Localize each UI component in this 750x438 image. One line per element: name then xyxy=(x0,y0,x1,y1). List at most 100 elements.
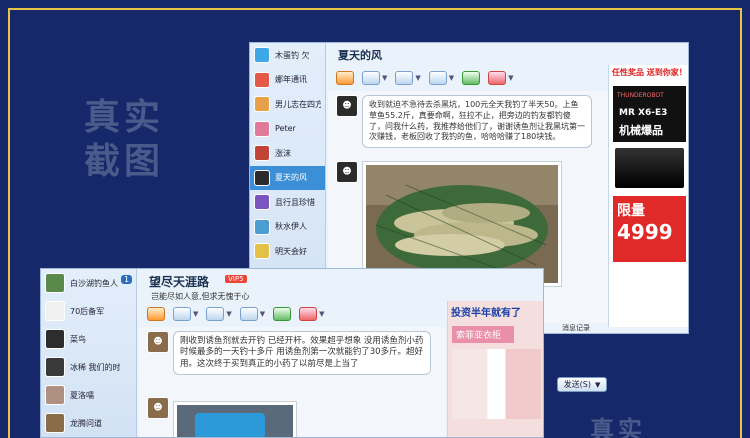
chevron-down-icon[interactable]: ▼ xyxy=(319,310,324,318)
ad-brand: THUNDEROBOT xyxy=(617,92,664,99)
ad-model: MR X6-E3 xyxy=(619,108,668,118)
contact-name: 白沙湖钓鱼人 xyxy=(70,278,118,288)
contact-item[interactable]: 涨沫 xyxy=(250,141,325,166)
chevron-down-icon[interactable]: ▼ xyxy=(226,310,231,318)
apps-icon[interactable] xyxy=(488,71,507,85)
contact-list: 白沙湖钓鱼人 70后备军菜鸟冰稀 我们的时 夏洛嚅龙腾问道 xyxy=(41,269,137,437)
ad-brand-block: THUNDEROBOT MR X6-E3 机械爆品 xyxy=(613,86,686,142)
contact-avatar xyxy=(45,301,65,321)
ad-banner: 投资半年就有了 xyxy=(451,308,521,319)
chat-toolbar: ▼ ▼ ▼ ▼ xyxy=(147,307,325,321)
video-icon[interactable] xyxy=(173,307,191,321)
contact-name: 涨沫 xyxy=(275,148,291,158)
add-icon[interactable] xyxy=(273,307,292,321)
sender-avatar: ☻ xyxy=(147,331,169,353)
send-label: 发送(S) xyxy=(563,380,591,389)
contact-item[interactable]: 龙腾问道 xyxy=(41,409,136,437)
contact-avatar xyxy=(254,71,270,88)
contact-avatar xyxy=(254,96,270,113)
contact-name: 龙腾问道 xyxy=(70,418,102,428)
contact-item[interactable]: 男儿志在四方 xyxy=(250,92,325,117)
contact-status: 岂能尽如人意,但求无愧于心 xyxy=(151,292,250,301)
contact-item[interactable]: 娜年通讯 xyxy=(250,68,325,93)
apps-icon[interactable] xyxy=(299,307,318,321)
ad-slogan: 机械爆品 xyxy=(619,124,663,137)
vip-badge: VIP5 xyxy=(225,275,247,283)
chevron-down-icon[interactable]: ▼ xyxy=(415,74,420,82)
contact-name: 冰稀 我们的时 xyxy=(70,362,121,372)
ad-price-block: 限量 4999 xyxy=(613,196,686,262)
contact-item[interactable]: 且行且珍惜 xyxy=(250,190,325,215)
ad-price: 4999 xyxy=(617,220,673,244)
contact-item[interactable]: 木蛋钓 欠 xyxy=(250,43,325,68)
message-bubble: 刚收到诱鱼剂就去开钓 已经开杆。效果超乎想象 没用诱鱼剂小药时候最多的一天钓十多… xyxy=(173,331,431,376)
contact-avatar xyxy=(45,413,65,433)
chevron-down-icon[interactable]: ▼ xyxy=(260,310,265,318)
chevron-down-icon[interactable]: ▼ xyxy=(193,310,198,318)
message-area: ☻ 刚收到诱鱼剂就去开钓 已经开杆。效果超乎想象 没用诱鱼剂小药时候最多的一天钓… xyxy=(139,327,445,437)
chevron-down-icon[interactable]: ▼ xyxy=(382,74,387,82)
contact-item[interactable]: 菜鸟 xyxy=(41,325,136,353)
send-button[interactable]: 发送(S) ▼ xyxy=(557,377,607,392)
file-icon[interactable] xyxy=(395,71,414,85)
unread-badge: 1 xyxy=(121,275,133,284)
contact-item[interactable]: 明天会好 xyxy=(250,239,325,264)
ad-panel[interactable]: 投资半年就有了 索菲亚衣柜 xyxy=(447,301,543,437)
contact-item[interactable]: 冰稀 我们的时 xyxy=(41,353,136,381)
contact-avatar xyxy=(254,243,270,260)
message-history-link[interactable]: 消息记录 xyxy=(562,323,590,333)
wardrobe-image xyxy=(452,349,541,419)
contact-name: 男儿志在四方 xyxy=(275,99,321,109)
contact-avatar xyxy=(254,145,270,162)
contact-avatar xyxy=(254,47,270,64)
contact-item[interactable]: 夏洛嚅 xyxy=(41,381,136,409)
contact-name: 木蛋钓 欠 xyxy=(275,50,310,60)
contact-name: Peter xyxy=(275,124,296,134)
laptop-image xyxy=(615,148,684,188)
chat-title: 望尽天涯路 xyxy=(149,275,210,289)
contact-item[interactable]: 70后备军 xyxy=(41,297,136,325)
contact-avatar xyxy=(254,218,270,235)
video-icon[interactable] xyxy=(362,71,380,85)
bait-photo xyxy=(173,401,297,437)
chat-title: 夏天的风 xyxy=(338,49,382,62)
contact-name: 夏天的风 xyxy=(275,173,307,183)
contact-name: 菜鸟 xyxy=(70,334,86,344)
sender-avatar: ☻ xyxy=(147,397,169,419)
contact-name: 70后备军 xyxy=(70,306,105,316)
chevron-down-icon[interactable]: ▼ xyxy=(595,381,600,389)
ad-price-label: 限量 xyxy=(617,203,645,219)
add-icon[interactable] xyxy=(462,71,481,85)
contact-avatar xyxy=(254,169,270,186)
chat-window-2: 白沙湖钓鱼人 70后备军菜鸟冰稀 我们的时 夏洛嚅龙腾问道 1 望尽天涯路 VIP5… xyxy=(40,268,544,438)
sender-avatar: ☻ xyxy=(336,95,358,117)
sender-avatar: ☻ xyxy=(336,161,358,183)
contact-name: 娜年通讯 xyxy=(275,75,307,85)
contact-name: 明天会好 xyxy=(275,246,307,256)
contact-item[interactable]: 夏天的风 xyxy=(250,165,325,190)
contact-avatar xyxy=(45,329,65,349)
watermark-stamp: 真实 xyxy=(590,416,646,438)
contact-avatar xyxy=(45,357,65,377)
contact-avatar xyxy=(45,385,65,405)
remote-icon[interactable] xyxy=(428,71,447,85)
chevron-down-icon[interactable]: ▼ xyxy=(449,74,454,82)
voice-icon[interactable] xyxy=(147,307,165,321)
contact-name: 夏洛嚅 xyxy=(70,390,94,400)
contact-avatar xyxy=(254,120,270,137)
ad-sub: 索菲亚衣柜 xyxy=(452,326,514,343)
chevron-down-icon[interactable]: ▼ xyxy=(508,74,513,82)
ad-banner: 任性奖品 送到你家！ xyxy=(612,68,687,77)
file-icon[interactable] xyxy=(206,307,225,321)
bait-image xyxy=(177,405,293,437)
fish-net-image xyxy=(366,165,558,283)
chat-toolbar: ▼ ▼ ▼ ▼ xyxy=(336,71,514,85)
contact-item[interactable]: 秋水伊人 xyxy=(250,215,325,240)
ad-panel[interactable]: 任性奖品 送到你家！ THUNDEROBOT MR X6-E3 机械爆品 限量 … xyxy=(608,65,688,327)
voice-icon[interactable] xyxy=(336,71,354,85)
contact-item[interactable]: Peter xyxy=(250,117,325,142)
remote-icon[interactable] xyxy=(239,307,258,321)
contact-avatar xyxy=(45,273,65,293)
contact-avatar xyxy=(254,194,270,211)
message-bubble: 收到就迫不急待去杀黑坑，100元全天我钓了半天50。上鱼草鱼55.2斤，真要命啊… xyxy=(362,95,592,149)
